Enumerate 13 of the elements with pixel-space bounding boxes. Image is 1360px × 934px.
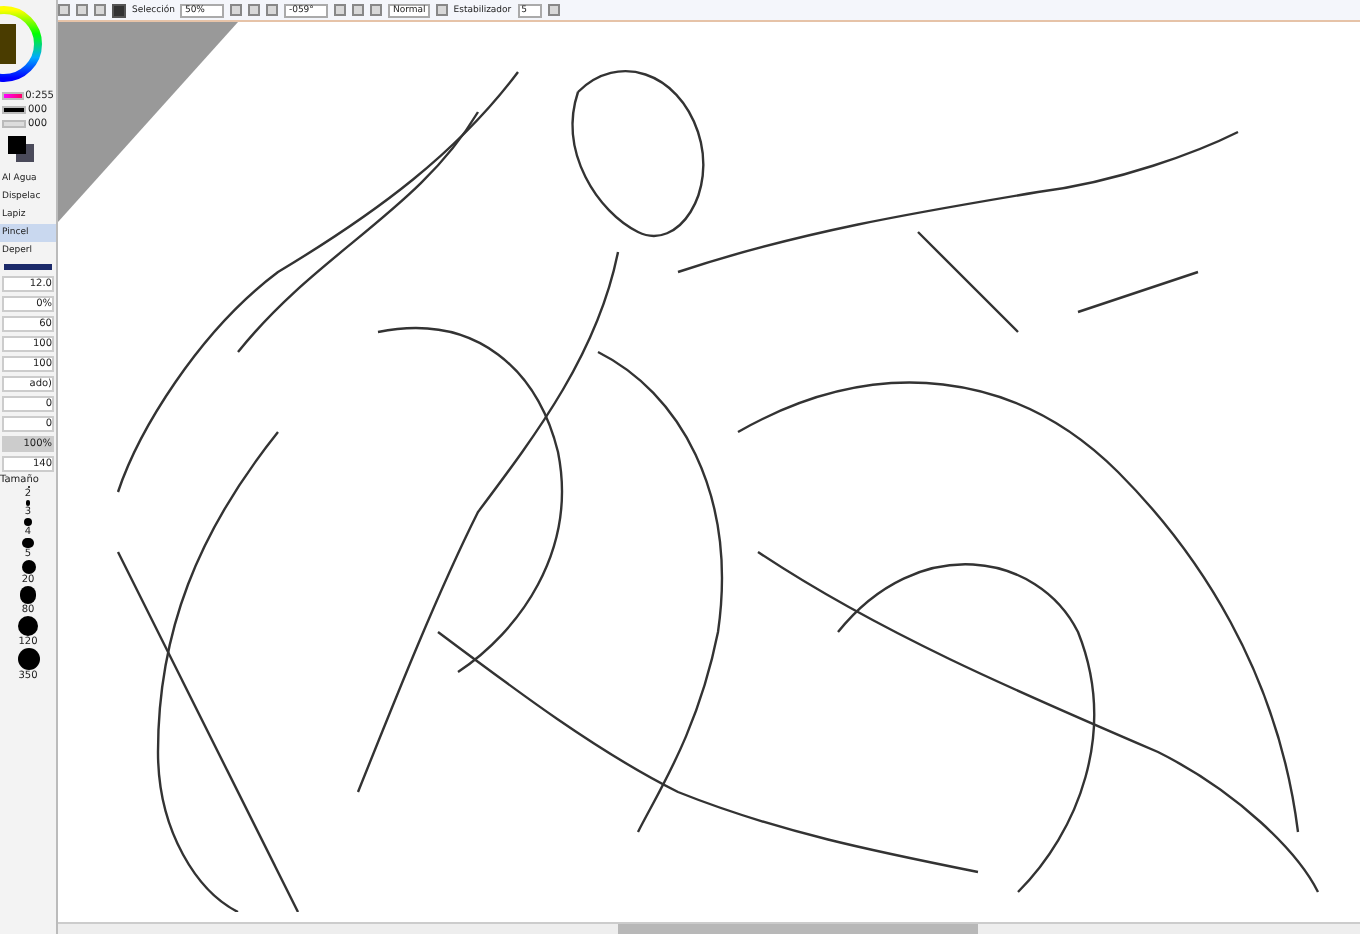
brush-dot-icon[interactable] xyxy=(19,586,37,603)
brush-dot-icon[interactable] xyxy=(18,615,38,635)
brush-dot-icon[interactable] xyxy=(21,560,35,574)
brush-dot-icon[interactable] xyxy=(24,517,32,525)
horizontal-scrollbar[interactable] xyxy=(58,922,1360,934)
color-wheel-icon[interactable] xyxy=(0,0,44,88)
brush-dot-icon[interactable] xyxy=(17,647,39,669)
toolbar-button[interactable] xyxy=(435,4,448,16)
brush-dot-icon[interactable] xyxy=(25,500,31,505)
selection-checkbox[interactable] xyxy=(112,3,126,17)
brush-dot-icon[interactable] xyxy=(22,537,34,548)
color-swatch[interactable] xyxy=(8,136,26,154)
toolbar-button[interactable] xyxy=(547,4,560,16)
